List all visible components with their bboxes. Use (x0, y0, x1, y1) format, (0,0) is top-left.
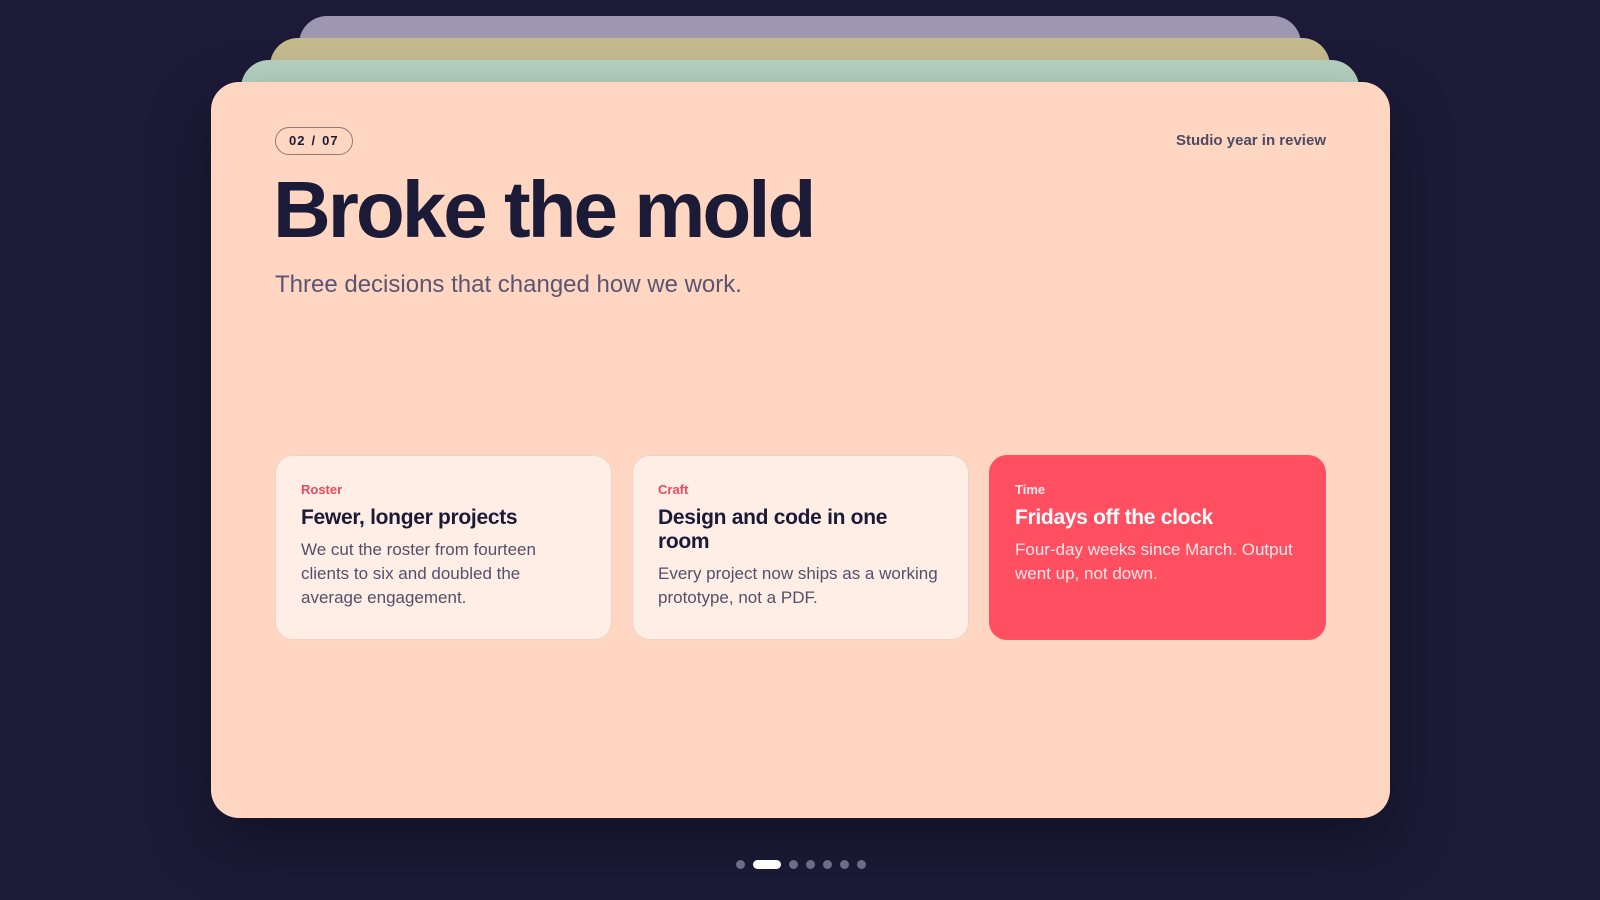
pager-dot-4[interactable] (806, 860, 815, 869)
pager-dot-1[interactable] (736, 860, 745, 869)
slide-counter-total: 07 (322, 133, 339, 148)
pager-dot-3[interactable] (789, 860, 798, 869)
slide-pager (736, 860, 866, 869)
panel-time: Time Fridays off the clock Four-day week… (989, 455, 1326, 640)
slide-counter: 02 / 07 (275, 127, 353, 155)
panel-craft: Craft Design and code in one room Every … (632, 455, 969, 640)
panel-body: Four-day weeks since March. Output went … (1015, 540, 1293, 583)
pager-dot-2-active[interactable] (753, 860, 781, 869)
panel-tag: Roster (301, 482, 343, 497)
pager-dot-5[interactable] (823, 860, 832, 869)
panel-body: We cut the roster from fourteen clients … (301, 540, 536, 607)
panel-body: Every project now ships as a working pro… (658, 564, 938, 607)
panel-title: Fridays off the clock (1015, 506, 1213, 529)
panel-title: Fewer, longer projects (301, 506, 518, 529)
pager-dot-6[interactable] (840, 860, 849, 869)
slide-counter-current: 02 (289, 133, 306, 148)
pager-dot-7[interactable] (857, 860, 866, 869)
slide-subtitle: Three decisions that changed how we work… (275, 271, 742, 298)
panel-roster: Roster Fewer, longer projects We cut the… (275, 455, 612, 640)
panel-tag: Craft (658, 482, 689, 497)
slide-counter-separator: / (311, 133, 317, 148)
slide-card: 02 / 07 Studio year in review Broke the … (211, 82, 1390, 818)
panel-title: Design and code in one room (658, 506, 888, 553)
deck-label: Studio year in review (1175, 132, 1326, 149)
slide-title: Broke the mold (273, 165, 816, 254)
panel-tag: Time (1015, 482, 1046, 497)
decision-panels: Roster Fewer, longer projects We cut the… (275, 455, 1326, 640)
